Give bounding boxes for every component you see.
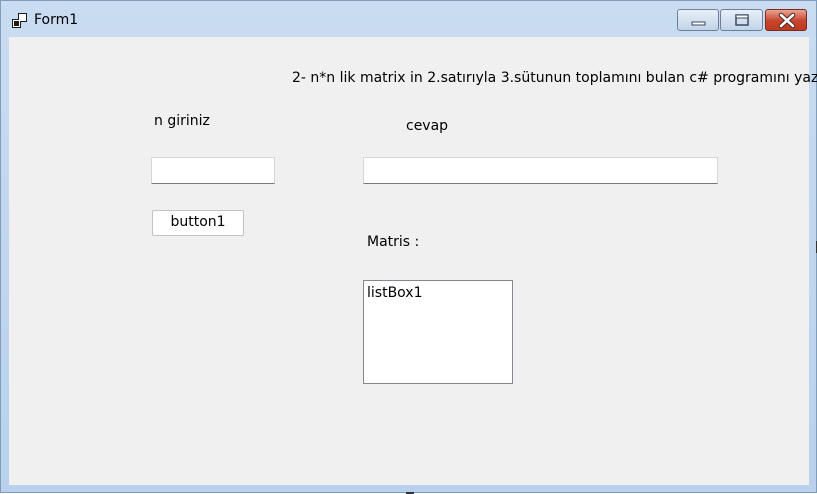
matrix-label: Matris : [367, 234, 420, 250]
answer-field[interactable] [363, 157, 718, 184]
minimize-icon [691, 21, 706, 26]
maximize-button[interactable] [720, 9, 763, 31]
minimize-button[interactable] [677, 9, 719, 31]
app-window: Form1 2- n*n lik matrix in 2.satırıyla 3… [0, 0, 817, 494]
answer-label: cevap [406, 118, 449, 134]
title-bar[interactable]: Form1 [1, 1, 816, 37]
matrix-listbox[interactable]: listBox1 [363, 280, 513, 384]
n-input[interactable] [151, 157, 275, 184]
close-icon [778, 12, 796, 29]
question-label: 2- n*n lik matrix in 2.satırıyla 3.sütun… [292, 70, 817, 86]
close-button[interactable] [765, 9, 807, 31]
window-title: Form1 [34, 12, 79, 28]
form-client-area: 2- n*n lik matrix in 2.satırıyla 3.sütun… [9, 37, 817, 485]
button1[interactable]: button1 [152, 210, 244, 236]
n-label: n giriniz [154, 113, 210, 129]
maximize-icon [735, 14, 749, 26]
form-icon [12, 13, 28, 29]
list-item[interactable]: listBox1 [367, 285, 423, 301]
